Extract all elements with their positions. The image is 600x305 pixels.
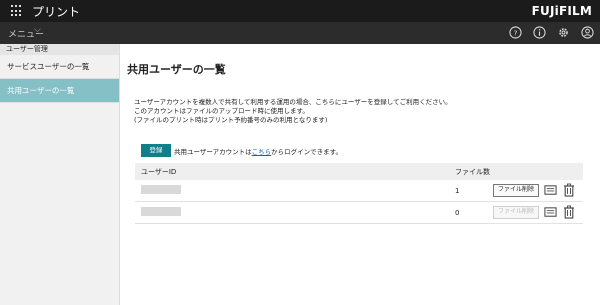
page-title: 共用ユーザーの一覧 xyxy=(127,63,226,76)
help-icon[interactable]: ? xyxy=(509,26,522,39)
register-button[interactable]: 登録 xyxy=(141,144,171,157)
delete-files-button[interactable]: ファイル削除 xyxy=(493,206,539,219)
description-line: ユーザーアカウントを複数人で共有して利用する運用の場合、こちらにユーザーを登録し… xyxy=(134,98,452,106)
app-title: プリント xyxy=(32,5,81,19)
svg-text:?: ? xyxy=(514,28,518,37)
sidebar: ユーザー管理 サービスユーザーの一覧 共用ユーザーの一覧 xyxy=(0,44,120,305)
top-bar: プリント FUJiFILM xyxy=(0,0,600,22)
info-icon[interactable] xyxy=(533,26,546,39)
sidebar-item-shared-users[interactable]: 共用ユーザーの一覧 xyxy=(0,79,119,103)
column-header-file-count: ファイル数 xyxy=(455,168,490,176)
trash-icon[interactable] xyxy=(563,183,575,197)
description: ユーザーアカウントを複数人で共有して利用する運用の場合、こちらにユーザーを登録し… xyxy=(134,98,452,125)
shared-users-table: ユーザーID ファイル数 1 ファイル削除 0 ファイル削除 xyxy=(135,163,583,224)
file-count: 1 xyxy=(455,187,460,195)
message-icon[interactable] xyxy=(544,206,557,219)
user-id-redacted xyxy=(141,185,181,194)
description-line: (ファイルのプリント時はプリント予約番号のみの利用となります) xyxy=(134,116,328,124)
table-header: ユーザーID ファイル数 xyxy=(135,163,583,180)
app-grid-icon[interactable] xyxy=(11,5,23,17)
sidebar-item-service-users[interactable]: サービスユーザーの一覧 xyxy=(0,55,119,79)
file-count: 0 xyxy=(455,209,460,217)
login-link[interactable]: こちら xyxy=(252,148,272,156)
user-id-redacted xyxy=(141,207,181,216)
delete-files-button[interactable]: ファイル削除 xyxy=(493,184,539,197)
column-header-user-id: ユーザーID xyxy=(141,168,177,176)
message-icon[interactable] xyxy=(544,184,557,197)
brand-logo: FUJiFILM xyxy=(531,4,592,18)
table-row: 0 ファイル削除 xyxy=(135,202,583,224)
login-note-text: 共用ユーザーアカウントは xyxy=(174,148,252,156)
menu-bar: メニュー ⌵ ? xyxy=(0,22,600,44)
sidebar-group-user-management: ユーザー管理 xyxy=(0,44,119,55)
table-row: 1 ファイル削除 xyxy=(135,180,583,202)
login-note: 共用ユーザーアカウントはこちらからログインできます。 xyxy=(174,146,342,156)
main-content: 共用ユーザーの一覧 ユーザーアカウントを複数人で共有して利用する運用の場合、こち… xyxy=(121,44,600,305)
login-note-text: からログインできます。 xyxy=(271,148,342,156)
chevron-down-icon[interactable]: ⌵ xyxy=(34,25,41,35)
trash-icon[interactable] xyxy=(563,205,575,219)
top-icon-group: ? xyxy=(509,26,594,39)
user-icon[interactable] xyxy=(581,26,594,39)
description-line: このアカウントはファイルのアップロード時に使用します。 xyxy=(134,107,309,115)
settings-icon[interactable] xyxy=(557,26,570,39)
